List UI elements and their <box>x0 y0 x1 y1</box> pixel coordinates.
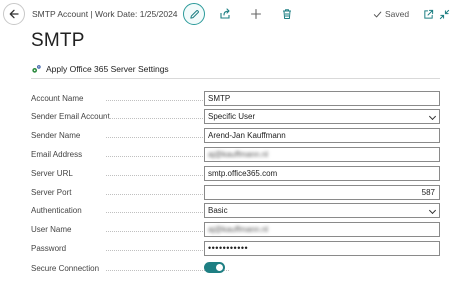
top-bar: SMTP Account | Work Date: 1/25/2024 Save… <box>0 0 474 28</box>
authentication-label: Authentication <box>31 206 82 215</box>
plus-icon <box>250 8 262 20</box>
edit-button[interactable] <box>183 3 205 25</box>
apply-office365-settings-action[interactable]: Apply Office 365 Server Settings <box>31 64 169 74</box>
password-row: Password ••••••••••• <box>31 241 441 257</box>
save-status: Saved <box>373 9 409 19</box>
server-port-label: Server Port <box>31 188 72 197</box>
sender-name-row: Sender Name Arend-Jan Kauffmann <box>31 128 441 144</box>
user-name-label: User Name <box>31 225 72 234</box>
sender-email-account-value: Specific User <box>208 112 256 121</box>
server-url-input[interactable]: smtp.office365.com <box>204 166 440 181</box>
sender-email-account-select[interactable]: Specific User <box>204 109 440 124</box>
authentication-row: Authentication Basic <box>31 203 441 219</box>
collapse-icon <box>439 9 449 19</box>
open-in-new-window-icon <box>423 9 433 19</box>
sender-name-input[interactable]: Arend-Jan Kauffmann <box>204 128 440 143</box>
user-name-input[interactable]: aj@kauffmann.nl <box>204 222 440 237</box>
server-port-input[interactable]: 587 <box>204 185 440 200</box>
page-title: SMTP <box>31 30 85 51</box>
server-port-row: Server Port 587 <box>31 185 441 201</box>
new-button[interactable] <box>246 4 266 24</box>
user-name-row: User Name aj@kauffmann.nl <box>31 222 441 238</box>
back-button[interactable] <box>3 3 25 25</box>
email-address-input[interactable]: aj@kauffmann.nl <box>204 147 440 162</box>
account-name-input[interactable]: SMTP <box>204 91 440 106</box>
save-status-text: Saved <box>385 9 410 19</box>
email-address-row: Email Address aj@kauffmann.nl <box>31 147 441 163</box>
gears-icon <box>32 65 41 73</box>
email-address-label: Email Address <box>31 150 83 159</box>
server-url-label: Server URL <box>31 169 73 178</box>
authentication-value: Basic <box>208 206 228 215</box>
sender-email-account-label: Sender Email Account <box>31 112 110 121</box>
authentication-select[interactable]: Basic <box>204 203 440 218</box>
account-name-row: Account Name SMTP <box>31 91 441 107</box>
sender-name-label: Sender Name <box>31 131 81 140</box>
toggle-knob <box>216 264 223 271</box>
password-label: Password <box>31 244 67 253</box>
email-address-value: aj@kauffmann.nl <box>208 150 269 159</box>
share-button[interactable] <box>215 4 235 24</box>
share-icon <box>220 8 230 19</box>
sender-email-account-row: Sender Email Account Specific User <box>31 109 441 125</box>
checkmark-icon <box>373 11 382 17</box>
secure-connection-label: Secure Connection <box>31 264 100 273</box>
collapse-button[interactable] <box>434 4 454 24</box>
secure-connection-toggle[interactable] <box>204 262 225 273</box>
password-input[interactable]: ••••••••••• <box>204 241 440 256</box>
pencil-icon <box>189 9 199 19</box>
apply-office365-settings-label: Apply Office 365 Server Settings <box>46 64 169 74</box>
action-bar-divider <box>31 78 440 79</box>
account-name-label: Account Name <box>31 94 84 103</box>
server-url-row: Server URL smtp.office365.com <box>31 166 441 182</box>
delete-button[interactable] <box>277 4 297 24</box>
trash-icon <box>283 9 291 19</box>
window-title: SMTP Account | Work Date: 1/25/2024 <box>32 9 178 19</box>
secure-connection-row: Secure Connection <box>31 261 441 277</box>
back-arrow-icon <box>9 9 19 19</box>
user-name-value: aj@kauffmann.nl <box>208 225 269 234</box>
